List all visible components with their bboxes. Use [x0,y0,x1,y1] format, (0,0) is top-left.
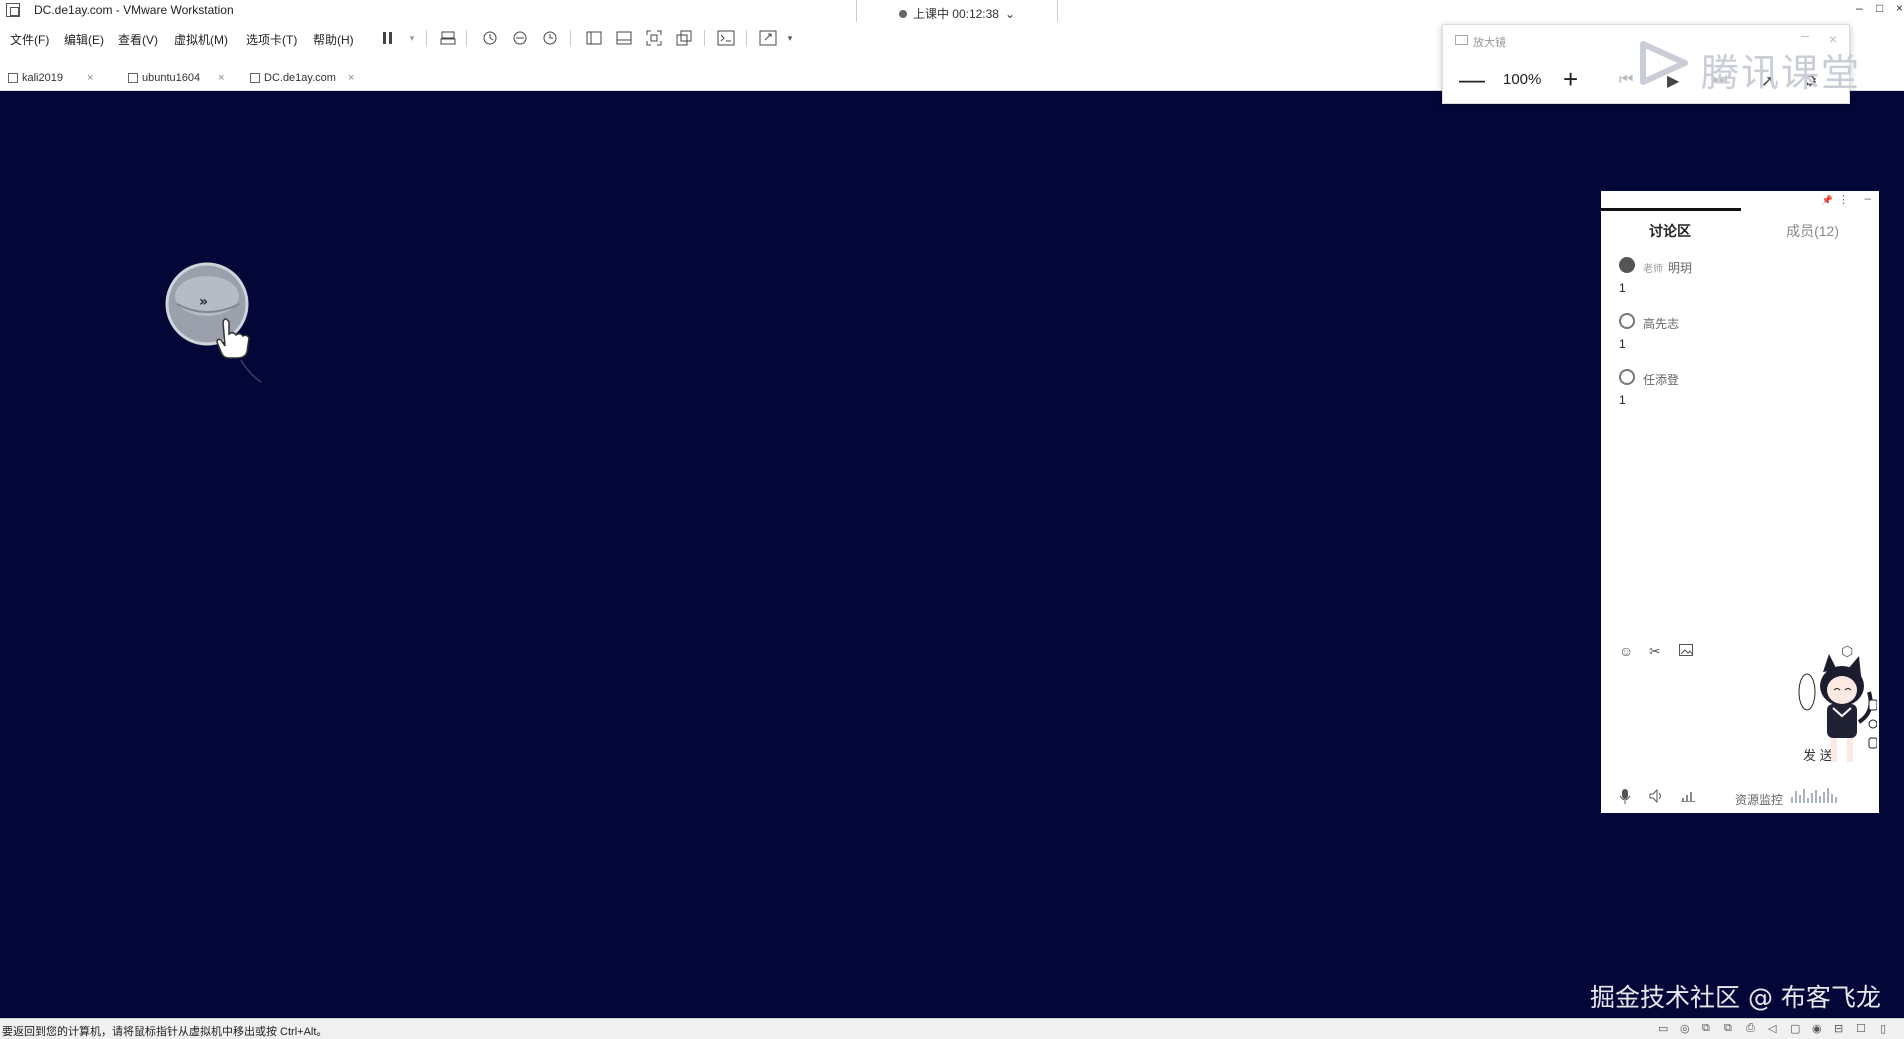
vm-icon [250,73,260,83]
zoom-in-button[interactable]: + [1563,66,1578,92]
zoom-level: 100% [1503,71,1542,88]
dropdown-icon[interactable]: ▾ [780,28,800,48]
session-status-text: 上课中 00:12:38 [912,7,999,21]
vm-icon [128,73,138,83]
snapshot-manager-icon[interactable] [540,28,560,48]
scissors-icon[interactable]: ✂ [1649,643,1661,660]
magnifier-title: 放大镜 [1473,37,1506,49]
toolbar-separator [466,30,467,46]
recording-dot-icon [898,9,907,18]
menu-tabs[interactable]: 选项卡(T) [246,31,297,48]
message-text: 1 [1619,281,1626,295]
sound-icon[interactable]: ◁ [1768,1022,1782,1035]
sender-role: 老师 [1643,264,1663,275]
sender-name: 明玥 [1668,261,1693,275]
menu-help[interactable]: 帮助(H) [313,31,354,48]
status-message: 要返回到您的计算机，请将鼠标指针从虚拟机中移出或按 Ctrl+Alt。 [2,1026,328,1038]
more-options-icon[interactable]: ⋮ [1838,193,1849,206]
resource-monitor-graph [1791,787,1841,803]
panel-minimize-button[interactable]: – [1864,191,1871,205]
printer-icon[interactable]: ⎙ [1746,1022,1760,1035]
unity-icon[interactable] [674,28,694,48]
toolbar-separator [426,30,427,46]
usb-icon[interactable]: ◉ [1812,1022,1826,1035]
message-sender: 老师 明玥 [1643,259,1692,276]
brand-logo-icon [1640,41,1688,85]
vmware-app-icon [6,3,20,17]
vm-tab-label: ubuntu1604 [142,72,201,84]
menu-vm[interactable]: 虚拟机(M) [174,31,228,48]
skip-back-icon[interactable]: ⏮ [1619,71,1633,89]
tab-members[interactable]: 成员(12) [1786,221,1839,241]
message-sender: 高先志 [1643,315,1679,332]
close-icon[interactable]: × [218,72,224,84]
storage-icon[interactable]: ⊟ [1834,1022,1848,1035]
cursor-highlight-icon: » [165,262,262,383]
magnifier-icon [1455,35,1468,45]
signal-icon [1681,789,1695,805]
emoji-icon[interactable]: ☺ [1619,643,1633,659]
menu-file[interactable]: 文件(F) [10,31,49,48]
pause-icon[interactable] [378,28,398,48]
sender-name: 高先志 [1643,317,1680,331]
vm-icon [8,73,18,83]
console-icon[interactable] [716,28,736,48]
brand-watermark-text: 腾讯课堂 [1701,51,1862,95]
send-keys-icon[interactable] [438,28,458,48]
microphone-icon[interactable] [1619,789,1631,807]
close-button[interactable]: × [1896,1,1903,15]
image-icon[interactable] [1679,643,1693,659]
minimize-button[interactable]: – [1856,1,1863,15]
chevron-down-icon: ⌄ [1004,6,1016,21]
sender-name: 任添登 [1643,373,1680,387]
menu-edit[interactable]: 编辑(E) [64,31,104,48]
toolbar-separator [704,30,705,46]
resource-monitor-label[interactable]: 资源监控 [1735,791,1783,808]
network-adapter-icon[interactable]: ⧉ [1724,1022,1738,1035]
vm-tab-dc-de1ay[interactable]: DC.de1ay.com × [250,69,354,87]
snapshot-restore-icon[interactable] [510,28,530,48]
cd-drive-icon[interactable]: ◎ [1680,1022,1694,1035]
svg-text:»: » [199,294,208,310]
wechat-avatar-icon [1619,313,1635,329]
stretch-icon[interactable] [758,28,778,48]
message-text: 1 [1619,393,1626,407]
tab-discussion[interactable]: 讨论区 [1649,221,1691,241]
vm-tab-label: kali2019 [22,72,63,84]
toolbar-separator [570,30,571,46]
network-adapter-icon[interactable]: ⧉ [1702,1022,1716,1035]
thumbnail-icon[interactable] [614,28,634,48]
active-tab-indicator [1601,208,1741,211]
wechat-avatar-icon [1619,369,1635,385]
status-bar: 要返回到您的计算机，请将鼠标指针从虚拟机中移出或按 Ctrl+Alt。 ▭ ◎ … [0,1018,1904,1039]
window-title: DC.de1ay.com - VMware Workstation [34,3,234,17]
message-sender: 任添登 [1643,371,1679,388]
menu-view[interactable]: 查看(V) [118,31,158,48]
snapshot-icon[interactable] [480,28,500,48]
zoom-out-button[interactable]: — [1459,66,1485,92]
sidebar-icon[interactable] [584,28,604,48]
display-icon[interactable]: ▢ [1790,1022,1804,1035]
message-text: 1 [1619,337,1626,351]
dropdown-icon[interactable]: ▾ [402,28,422,48]
toolbar-separator [746,30,747,46]
vm-tab-kali[interactable]: kali2019 × [8,69,93,87]
footer-watermark: 掘金技术社区 @ 布客飞龙 [1590,983,1881,1012]
fullscreen-icon[interactable] [644,28,664,48]
close-icon[interactable]: × [87,72,93,84]
mascot-sticker-image [1795,652,1878,774]
notes-icon[interactable]: ▯ [1880,1022,1894,1035]
maximize-button[interactable]: □ [1876,1,1883,15]
message-log-icon[interactable]: ☐ [1856,1022,1870,1035]
vm-tab-ubuntu[interactable]: ubuntu1604 × [128,69,225,87]
avatar [1619,257,1635,273]
speaker-icon[interactable] [1649,788,1663,806]
brand-watermark: 腾讯课堂 [1635,38,1859,98]
pin-icon[interactable]: 📌 [1822,195,1833,206]
hard-disk-icon[interactable]: ▭ [1658,1022,1672,1035]
close-icon[interactable]: × [348,72,354,84]
vm-tab-label: DC.de1ay.com [264,72,336,84]
